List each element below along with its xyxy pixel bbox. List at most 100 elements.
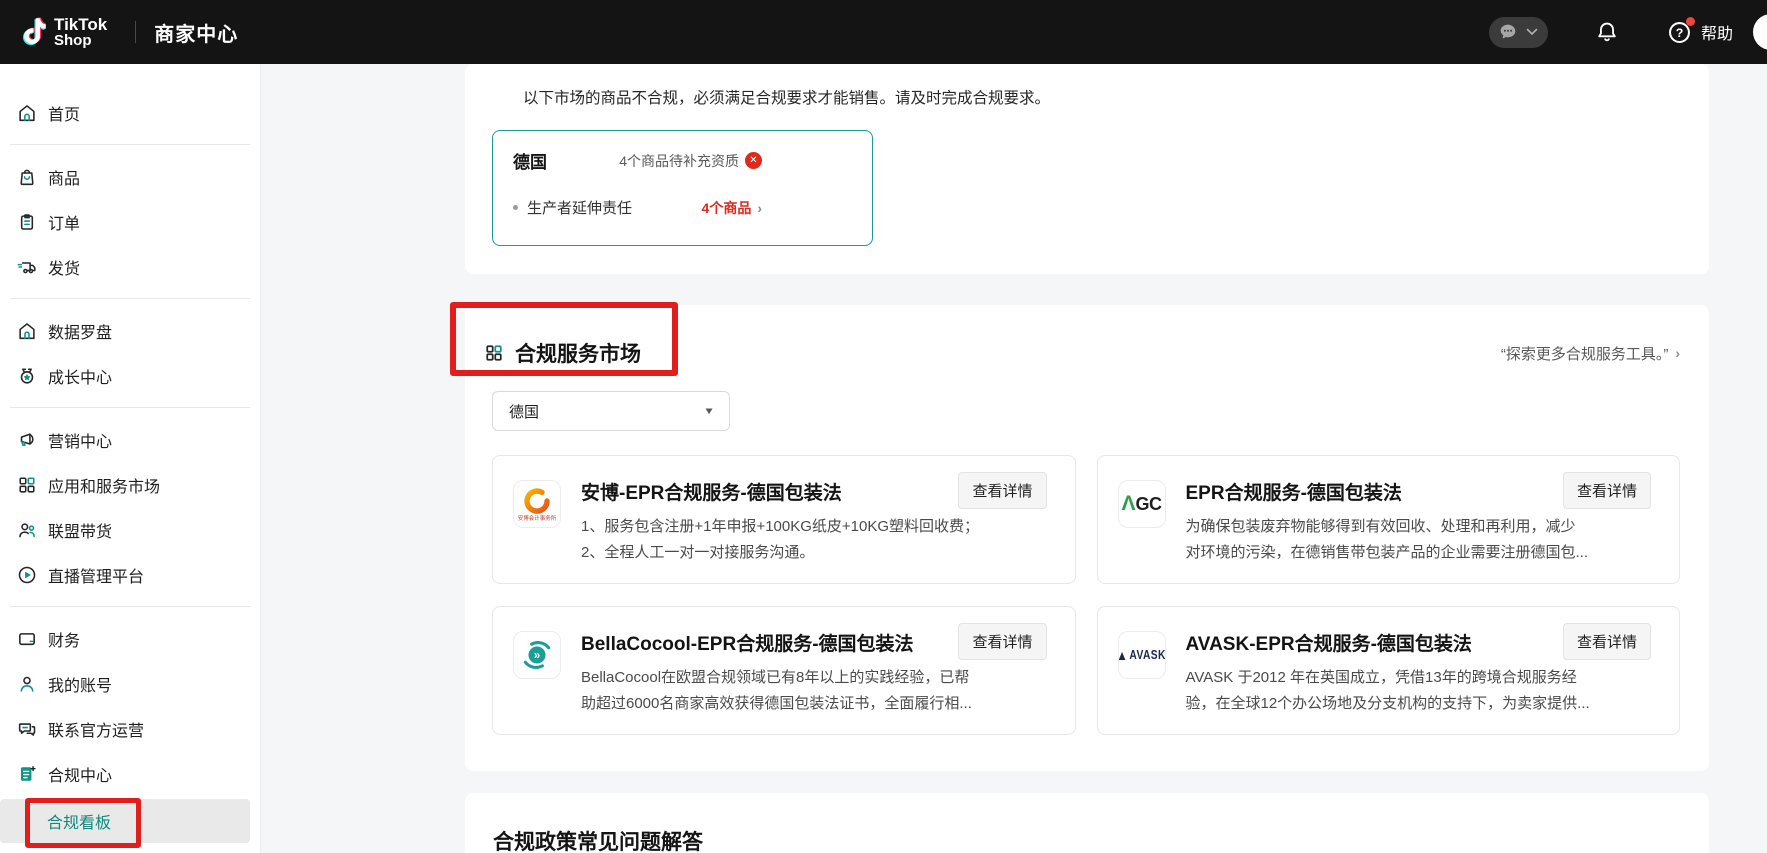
- anbo-logo: 安博会计事务所: [513, 480, 561, 528]
- view-details-button[interactable]: 查看详情: [1563, 472, 1651, 509]
- service-description: 1、服务包含注册+1年申报+100KG纸皮+10KG塑料回收费； 2、全程人工一…: [581, 514, 1047, 566]
- anbo-logo-caption: 安博会计事务所: [518, 516, 557, 522]
- market-select-value: 德国: [509, 401, 539, 422]
- truck-icon: [16, 256, 38, 278]
- chat-bubble-icon: [1497, 21, 1519, 43]
- bag-icon: [16, 166, 38, 188]
- main-content: 以下市场的商品不合规，必须满足合规要求才能销售。请及时完成合规要求。 德国 4个…: [261, 64, 1767, 853]
- document-icon: [16, 763, 38, 785]
- market-compliance-card: 德国 4个商品待补充资质 ✕ 生产者延伸责任 4个商品 ›: [492, 130, 873, 246]
- help-button[interactable]: ? 帮助: [1666, 19, 1733, 46]
- home-icon: [16, 102, 38, 124]
- sidebar-item-orders[interactable]: 订单: [0, 199, 260, 244]
- sidebar-item-marketing-center[interactable]: 营销中心: [0, 417, 260, 462]
- sidebar-item-shipping[interactable]: 发货: [0, 244, 260, 289]
- sidebar-item-live-management[interactable]: 直播管理平台: [0, 552, 260, 597]
- explore-link-text: “探索更多合规服务工具。”: [1501, 343, 1669, 364]
- compliance-service-market-card: 合规服务市场 “探索更多合规服务工具。” › 德国 ▼: [465, 305, 1709, 771]
- svg-text:?: ?: [1676, 26, 1684, 40]
- market-name: 德国: [513, 148, 547, 173]
- sidebar-item-label: 联系官方运营: [48, 717, 144, 741]
- sidebar-item-app-service-market[interactable]: 应用和服务市场: [0, 462, 260, 507]
- market-select[interactable]: 德国 ▼: [492, 391, 730, 431]
- sidebar-item-label: 财务: [48, 627, 80, 651]
- service-description: BellaCocool在欧盟合规领域已有8年以上的实践经验，已帮 助超过6000…: [581, 665, 1047, 717]
- sidebar-item-growth-center[interactable]: 成长中心: [0, 353, 260, 398]
- faq-card: 合规政策常见问题解答: [465, 793, 1709, 853]
- notification-dot: [1686, 17, 1695, 26]
- avask-logo: ▲AVASK: [1118, 631, 1166, 679]
- sidebar-item-label: 营销中心: [48, 428, 112, 452]
- sidebar-divider: [10, 144, 250, 145]
- bell-icon: [1594, 19, 1620, 45]
- chevron-down-icon: [1526, 28, 1538, 36]
- top-header: TikTok Shop 商家中心: [0, 0, 1767, 64]
- page-title: 商家中心: [154, 18, 238, 47]
- sidebar-divider: [10, 407, 250, 408]
- sidebar-item-label: 联盟带货: [48, 518, 112, 542]
- play-circle-icon: [16, 564, 38, 586]
- tiktok-shop-seller-center-page: TikTok Shop 商家中心: [0, 0, 1767, 853]
- error-x-icon: ✕: [745, 152, 762, 169]
- people-icon: [16, 519, 38, 541]
- service-card-agc: ΛGC EPR合规服务-德国包装法 为确保包装废弃物能够得到有效回收、处理和再利…: [1097, 455, 1681, 584]
- requirement-label: 生产者延伸责任: [527, 197, 632, 218]
- sidebar-item-label: 订单: [48, 210, 80, 234]
- sidebar-item-label: 直播管理平台: [48, 563, 144, 587]
- service-cards-grid: 安博会计事务所 安博-EPR合规服务-德国包装法 1、服务包含注册+1年申报+1…: [492, 455, 1680, 735]
- service-description: 为确保包装废弃物能够得到有效回收、处理和再利用，减少 对环境的污染，在德销售带包…: [1186, 514, 1652, 566]
- faq-title: 合规政策常见问题解答: [493, 826, 1681, 853]
- view-details-button[interactable]: 查看详情: [958, 472, 1046, 509]
- sidebar-item-label: 数据罗盘: [48, 319, 112, 343]
- compliance-alert-card: 以下市场的商品不合规，必须满足合规要求才能销售。请及时完成合规要求。 德国 4个…: [465, 64, 1709, 274]
- sidebar-item-label: 成长中心: [48, 364, 112, 388]
- sidebar-item-finance[interactable]: 财务: [0, 616, 260, 661]
- sidebar-item-label: 首页: [48, 101, 80, 125]
- megaphone-icon: [16, 429, 38, 451]
- svg-text:»: »: [534, 649, 541, 662]
- person-icon: [16, 673, 38, 695]
- sidebar-item-label: 我的账号: [48, 672, 112, 696]
- chevron-right-icon: ›: [757, 200, 762, 216]
- service-card-bellacocool: » BellaCocool-EPR合规服务-德国包装法 BellaCocool在…: [492, 606, 1076, 735]
- agc-logo: ΛGC: [1118, 480, 1166, 528]
- header-actions: ? 帮助: [1489, 0, 1733, 64]
- market-status-text: 4个商品待补充资质: [619, 151, 739, 171]
- sidebar-item-compliance-center[interactable]: 合规中心: [0, 751, 260, 796]
- bellacocool-logo: »: [513, 631, 561, 679]
- tiktok-note-icon: [16, 15, 46, 49]
- alert-message: 以下市场的商品不合规，必须满足合规要求才能销售。请及时完成合规要求。: [523, 86, 1681, 108]
- market-requirement-row[interactable]: 生产者延伸责任 4个商品 ›: [513, 197, 762, 218]
- messages-button[interactable]: [1489, 17, 1548, 48]
- compass-icon: [16, 320, 38, 342]
- sidebar-item-products[interactable]: 商品: [0, 154, 260, 199]
- sidebar-item-my-account[interactable]: 我的账号: [0, 661, 260, 706]
- grid-icon: [16, 474, 38, 496]
- medal-icon: [16, 365, 38, 387]
- sidebar-item-contact-official[interactable]: 联系官方运营: [0, 706, 260, 751]
- product-count-link[interactable]: 4个商品: [702, 198, 752, 218]
- help-label: 帮助: [1701, 20, 1733, 44]
- bullet-dot: [513, 205, 518, 210]
- sidebar-item-data-compass[interactable]: 数据罗盘: [0, 308, 260, 353]
- view-details-button[interactable]: 查看详情: [1563, 623, 1651, 660]
- sidebar-item-compliance-dashboard[interactable]: 合规看板: [0, 799, 250, 843]
- sidebar-item-affiliate[interactable]: 联盟带货: [0, 507, 260, 552]
- header-divider: [135, 21, 136, 43]
- service-card-anbo: 安博会计事务所 安博-EPR合规服务-德国包装法 1、服务包含注册+1年申报+1…: [492, 455, 1076, 584]
- tiktok-shop-logo[interactable]: TikTok Shop: [0, 15, 107, 49]
- service-description: AVASK 于2012 年在英国成立，凭借13年的跨境合规服务经 验，在全球12…: [1186, 665, 1652, 717]
- chat-icon: [16, 718, 38, 740]
- explore-more-link[interactable]: “探索更多合规服务工具。” ›: [1501, 343, 1680, 364]
- chevron-down-icon: ▼: [703, 405, 715, 416]
- sidebar-item-home[interactable]: 首页: [0, 90, 260, 135]
- brand-wordmark: TikTok Shop: [54, 16, 107, 49]
- section-title: 合规服务市场: [515, 338, 641, 368]
- notifications-button[interactable]: [1594, 19, 1620, 45]
- view-details-button[interactable]: 查看详情: [958, 623, 1046, 660]
- chevron-right-icon: ›: [1675, 345, 1680, 361]
- sidebar-divider: [10, 606, 250, 607]
- clipboard-icon: [16, 211, 38, 233]
- sidebar-divider: [10, 298, 250, 299]
- sidebar-item-label: 发货: [48, 255, 80, 279]
